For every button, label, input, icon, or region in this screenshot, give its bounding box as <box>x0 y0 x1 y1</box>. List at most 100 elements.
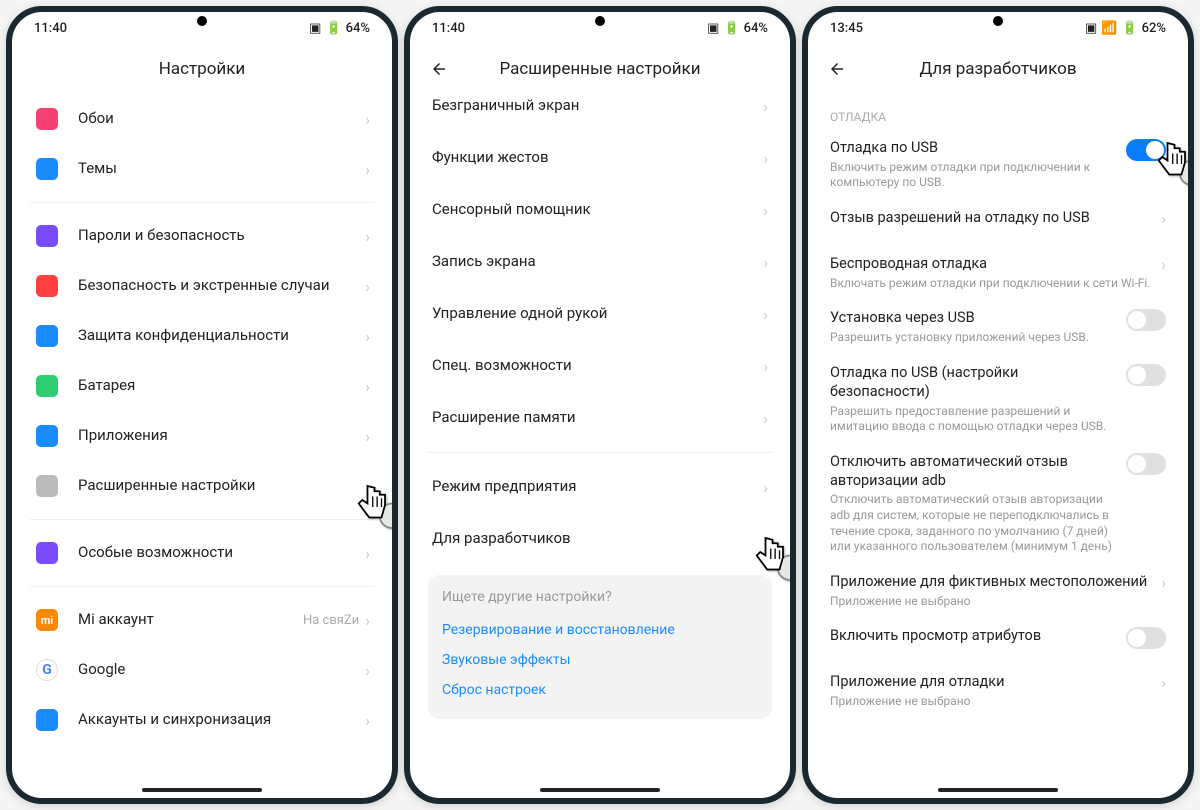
chevron-right-icon: › <box>763 409 768 428</box>
chevron-right-icon: › <box>365 227 370 246</box>
status-right: ▣ 📶 🔋 62% <box>1085 21 1166 36</box>
chevron-right-icon: › <box>365 377 370 396</box>
dev-row[interactable]: Приложение для фиктивных местоположенийП… <box>826 564 1170 618</box>
back-button[interactable] <box>824 56 850 82</box>
row-label: Защита конфиденциальности <box>78 326 365 346</box>
dev-row[interactable]: Отключить автоматический отзыв авторизац… <box>826 444 1170 564</box>
chevron-right-icon: › <box>365 661 370 680</box>
settings-list[interactable]: Обои›Темы›Пароли и безопасность›Безопасн… <box>12 94 392 798</box>
row-label: Приложения <box>78 426 365 446</box>
adv-row[interactable]: Сенсорный помощник› <box>428 184 772 236</box>
settings-row-fingerprint[interactable]: Пароли и безопасность› <box>30 211 374 261</box>
dev-row[interactable]: Установка через USBРазрешить установку п… <box>826 300 1170 354</box>
adv-row[interactable]: Режим предприятия› <box>428 461 772 513</box>
search-more-link[interactable]: Резервирование и восстановление <box>442 615 758 645</box>
dev-row[interactable]: Отладка по USB (настройки безопасности)Р… <box>826 355 1170 444</box>
row-sublabel: Приложение не выбрано <box>830 694 1151 710</box>
row-label: Запись экрана <box>432 252 763 272</box>
chevron-right-icon: › <box>365 110 370 129</box>
adv-row[interactable]: Управление одной рукой› <box>428 288 772 340</box>
row-label: Функции жестов <box>432 148 763 168</box>
chevron-right-icon: › <box>1161 255 1166 274</box>
settings-row-sos[interactable]: Безопасность и экстренные случаи› <box>30 261 374 311</box>
battery-icon: 🔋 <box>325 21 341 36</box>
chevron-right-icon: › <box>763 530 768 549</box>
toggle[interactable] <box>1126 627 1166 649</box>
settings-row-account[interactable]: Аккаунты и синхронизация› <box>30 695 374 745</box>
chevron-right-icon: › <box>763 253 768 272</box>
battery-icon <box>34 373 60 399</box>
row-label: Для разработчиков <box>432 529 763 549</box>
toggle[interactable] <box>1126 139 1166 161</box>
row-label: Пароли и безопасность <box>78 226 365 246</box>
toggle[interactable] <box>1126 364 1166 386</box>
shield-icon <box>34 323 60 349</box>
dev-row[interactable]: Приложение для отладкиПриложение не выбр… <box>826 664 1170 718</box>
settings-row-google[interactable]: G Google› <box>30 645 374 695</box>
divider <box>30 586 374 587</box>
developer-list[interactable]: ОТЛАДКАОтладка по USBВключить режим отла… <box>808 94 1188 798</box>
row-label: Google <box>78 660 365 680</box>
fingerprint-icon <box>34 223 60 249</box>
toggle[interactable] <box>1126 453 1166 475</box>
home-indicator[interactable] <box>540 788 660 792</box>
chevron-right-icon: › <box>1161 209 1166 228</box>
adv-row[interactable]: Безграничный экран› <box>428 80 772 132</box>
apps-icon <box>34 423 60 449</box>
back-button[interactable] <box>426 56 452 82</box>
adv-row[interactable]: Запись экрана› <box>428 236 772 288</box>
theme-icon <box>34 156 60 182</box>
battery-icon: 🔋 <box>723 21 739 36</box>
adv-row[interactable]: Спец. возможности› <box>428 340 772 392</box>
dev-row[interactable]: Беспроводная отладкаВключать режим отлад… <box>826 246 1170 300</box>
row-label: Mi аккаунт <box>78 610 303 630</box>
google-icon: G <box>34 657 60 683</box>
toggle[interactable] <box>1126 309 1166 331</box>
adv-row[interactable]: Для разработчиков› <box>428 513 772 565</box>
chevron-right-icon: › <box>763 478 768 497</box>
home-indicator[interactable] <box>142 788 262 792</box>
row-label: Расширенные настройки <box>78 476 365 496</box>
dev-row[interactable]: Включить просмотр атрибутов <box>826 618 1170 664</box>
battery-pct: 62% <box>1142 21 1166 36</box>
chevron-right-icon: › <box>763 149 768 168</box>
settings-row-battery[interactable]: Батарея› <box>30 361 374 411</box>
status-right: ▣ 🔋 64% <box>309 21 370 36</box>
adv-row[interactable]: Функции жестов› <box>428 132 772 184</box>
settings-row-wallpaper[interactable]: Обои› <box>30 94 374 144</box>
status-right: ▣ 🔋 64% <box>707 21 768 36</box>
settings-row-mi[interactable]: miMi аккаунтНа свяZи› <box>30 595 374 645</box>
home-indicator[interactable] <box>938 788 1058 792</box>
chevron-right-icon: › <box>365 477 370 496</box>
adv-row[interactable]: Расширение памяти› <box>428 392 772 444</box>
settings-row-advanced[interactable]: Расширенные настройки› <box>30 461 374 511</box>
dev-row[interactable]: Отзыв разрешений на отладку по USB› <box>826 200 1170 246</box>
battery-pct: 64% <box>346 21 370 36</box>
battery-icon: 🔋 <box>1121 21 1137 36</box>
row-label: Особые возможности <box>78 543 365 563</box>
status-time: 11:40 <box>432 21 465 36</box>
row-label: Обои <box>78 109 365 129</box>
row-label: Безграничный экран <box>432 96 763 116</box>
row-label: Режим предприятия <box>432 477 763 497</box>
settings-row-accessibility[interactable]: Особые возможности› <box>30 528 374 578</box>
chevron-right-icon: › <box>365 544 370 563</box>
row-sublabel: Включать режим отладки при подключении к… <box>830 276 1151 292</box>
chevron-right-icon: › <box>365 327 370 346</box>
search-more-link[interactable]: Звуковые эффекты <box>442 645 758 675</box>
settings-row-theme[interactable]: Темы› <box>30 144 374 194</box>
chevron-right-icon: › <box>365 160 370 179</box>
dev-row[interactable]: Отладка по USBВключить режим отладки при… <box>826 130 1170 200</box>
wallpaper-icon <box>34 106 60 132</box>
chevron-right-icon: › <box>365 611 370 630</box>
settings-row-shield[interactable]: Защита конфиденциальности› <box>30 311 374 361</box>
advanced-list[interactable]: Безграничный экран›Функции жестов›Сенсор… <box>410 80 790 798</box>
camera-notch <box>197 16 207 26</box>
settings-row-apps[interactable]: Приложения› <box>30 411 374 461</box>
page-title: Для разработчиков <box>808 59 1188 79</box>
row-label: Включить просмотр атрибутов <box>830 627 1116 646</box>
battery-pct: 64% <box>744 21 768 36</box>
row-label: Батарея <box>78 376 365 396</box>
divider <box>30 519 374 520</box>
search-more-link[interactable]: Сброс настроек <box>442 675 758 705</box>
